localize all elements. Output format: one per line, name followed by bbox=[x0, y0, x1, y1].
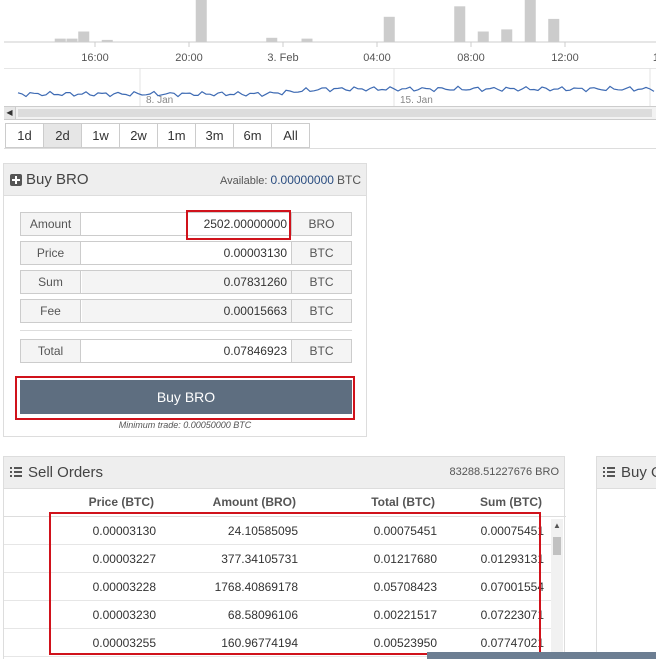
buy-orders-title: Buy Orders bbox=[621, 464, 656, 481]
bottom-bar bbox=[427, 652, 656, 659]
amount-currency: BRO bbox=[291, 213, 351, 235]
fee-value: 0.00015663 bbox=[82, 300, 292, 322]
volume-bar bbox=[548, 18, 560, 42]
total-field-row: Total 0.07846923 BTC bbox=[20, 339, 352, 363]
range-button-3m[interactable]: 3m bbox=[195, 123, 234, 148]
list-icon bbox=[603, 467, 615, 478]
sell-orders-header: Sell Orders 83288.51227676 BRO bbox=[4, 457, 564, 489]
minimum-trade-note: Minimum trade: 0.00050000 BTC bbox=[118, 420, 252, 430]
volume-bar bbox=[383, 16, 395, 42]
total-input[interactable]: 0.07846923 bbox=[82, 340, 292, 362]
volume-bar bbox=[454, 6, 466, 43]
column-amount[interactable]: Amount (BRO) bbox=[213, 495, 296, 509]
buy-panel-header: Buy BRO Available: 0.00000000 BTC bbox=[4, 164, 366, 196]
scroll-up-icon[interactable]: ▲ bbox=[553, 521, 561, 530]
available-balance: Available: 0.00000000 BTC bbox=[220, 173, 361, 187]
divider bbox=[20, 330, 352, 331]
x-tick-label: 12:00 bbox=[551, 52, 579, 64]
fee-label: Fee bbox=[21, 300, 81, 322]
volume-bar bbox=[477, 31, 489, 42]
buy-panel-title: Buy BRO bbox=[26, 171, 89, 188]
scrollbar-thumb[interactable] bbox=[18, 109, 652, 117]
amount-label: Amount bbox=[21, 213, 81, 235]
range-button-2d[interactable]: 2d bbox=[43, 123, 82, 148]
price-currency: BTC bbox=[291, 242, 351, 264]
buy-orders-header: Buy Orders bbox=[597, 457, 656, 489]
sum-field-row: Sum 0.07831260 BTC bbox=[20, 270, 352, 294]
navigator-date-label: 8. Jan bbox=[146, 95, 173, 106]
amount-highlight-box bbox=[186, 210, 291, 240]
range-button-all[interactable]: All bbox=[271, 123, 310, 148]
volume-bar bbox=[301, 38, 313, 42]
range-button-2w[interactable]: 2w bbox=[119, 123, 158, 148]
x-tick-label: 20:00 bbox=[175, 52, 203, 64]
total-currency: BTC bbox=[291, 340, 351, 362]
sum-label: Sum bbox=[21, 271, 81, 293]
plus-square-icon bbox=[10, 174, 22, 186]
buy-orders-panel: Buy Orders bbox=[596, 456, 656, 659]
price-field-row: Price 0.00003130 BTC bbox=[20, 241, 352, 265]
range-selector: 1d 2d 1w 2w 1m 3m 6m All bbox=[5, 123, 310, 148]
volume-bar bbox=[66, 38, 78, 42]
orders-highlight-box bbox=[49, 512, 541, 655]
sell-orders-total: 83288.51227676 BRO bbox=[449, 466, 559, 478]
x-tick-label: 16:00 bbox=[81, 52, 109, 64]
price-label: Price bbox=[21, 242, 81, 264]
range-scrollbar[interactable]: ◀ bbox=[4, 106, 656, 120]
buy-button-highlight-box bbox=[15, 376, 355, 420]
sum-value: 0.07831260 bbox=[82, 271, 292, 293]
available-currency: BTC bbox=[337, 173, 361, 187]
range-button-1d[interactable]: 1d bbox=[5, 123, 44, 148]
column-total[interactable]: Total (BTC) bbox=[371, 495, 435, 509]
fee-field-row: Fee 0.00015663 BTC bbox=[20, 299, 352, 323]
price-input[interactable]: 0.00003130 bbox=[82, 242, 292, 264]
divider bbox=[4, 148, 656, 149]
range-button-1m[interactable]: 1m bbox=[157, 123, 196, 148]
x-tick-label: 3. Feb bbox=[267, 52, 298, 64]
column-price[interactable]: Price (BTC) bbox=[89, 495, 154, 509]
fee-currency: BTC bbox=[291, 300, 351, 322]
volume-bar bbox=[54, 38, 66, 42]
scroll-left-icon[interactable]: ◀ bbox=[4, 107, 16, 119]
navigator-date-label: 15. Jan bbox=[400, 95, 433, 106]
column-sum[interactable]: Sum (BTC) bbox=[480, 495, 542, 509]
list-icon bbox=[10, 467, 22, 478]
range-button-6m[interactable]: 6m bbox=[233, 123, 272, 148]
volume-bar bbox=[524, 0, 536, 42]
x-tick-label: 04:00 bbox=[363, 52, 391, 64]
sum-currency: BTC bbox=[291, 271, 351, 293]
sell-orders-title: Sell Orders bbox=[28, 464, 104, 481]
volume-chart: 16:0020:003. Feb04:0008:0012:0016 bbox=[4, 0, 656, 64]
volume-bar bbox=[195, 0, 207, 42]
x-tick-label: 08:00 bbox=[457, 52, 485, 64]
volume-bar bbox=[78, 31, 90, 42]
range-button-1w[interactable]: 1w bbox=[81, 123, 120, 148]
volume-bar bbox=[266, 37, 278, 42]
total-label: Total bbox=[21, 340, 81, 362]
available-label: Available: bbox=[219, 175, 268, 187]
scrollbar-thumb[interactable] bbox=[553, 537, 561, 555]
available-amount[interactable]: 0.00000000 bbox=[271, 173, 334, 187]
volume-bar bbox=[501, 29, 513, 42]
orders-scrollbar[interactable]: ▲ bbox=[551, 519, 563, 659]
